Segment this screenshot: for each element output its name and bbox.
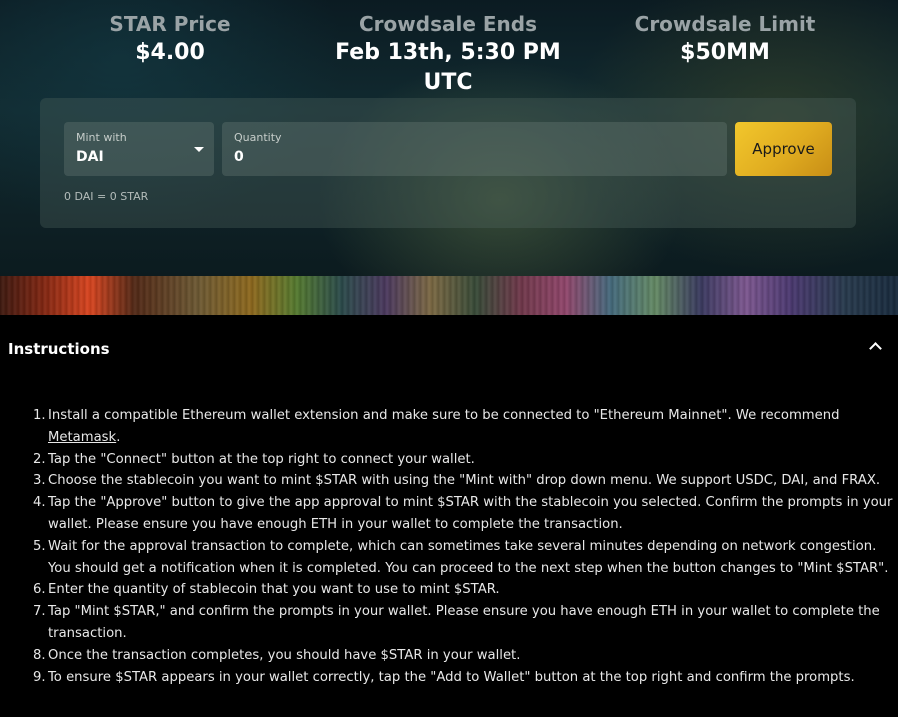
mint-with-label: Mint with	[76, 131, 127, 144]
instructions-title: Instructions	[8, 340, 110, 358]
star-price-stat: STAR Price $4.00	[40, 12, 300, 68]
crowdsale-limit-stat: Crowdsale Limit $50MM	[595, 12, 855, 68]
instruction-item: 9. To ensure $STAR appears in your walle…	[33, 669, 855, 685]
metamask-link[interactable]: Metamask	[48, 430, 116, 445]
instructions-list: 1. Install a compatible Ethereum wallet …	[33, 405, 895, 688]
instruction-item: 3. Choose the stablecoin you want to min…	[33, 473, 881, 489]
instruction-item: 8. Once the transaction completes, you s…	[33, 647, 521, 663]
instruction-item: 6. Enter the quantity of stablecoin that…	[33, 582, 500, 598]
mint-with-select[interactable]: Mint with DAI	[64, 122, 214, 176]
decorative-rainbow-band	[0, 276, 898, 315]
instruction-item: 1. Install a compatible Ethereum wallet …	[33, 408, 840, 445]
quantity-input[interactable]: Quantity 0	[222, 122, 727, 176]
instruction-item: 5. Wait for the approval transaction to …	[33, 538, 889, 576]
instructions-accordion-header[interactable]: Instructions	[0, 330, 898, 368]
instruction-item: 4. Tap the "Approve" button to give the …	[33, 495, 893, 532]
conversion-text: 0 DAI = 0 STAR	[64, 190, 149, 203]
quantity-value: 0	[234, 149, 244, 165]
caret-down-icon	[194, 147, 204, 152]
chevron-up-icon[interactable]	[869, 342, 882, 355]
quantity-label: Quantity	[234, 131, 282, 144]
crowdsale-limit-value: $50MM	[680, 40, 770, 65]
mint-with-value: DAI	[76, 149, 104, 165]
star-price-value: $4.00	[135, 40, 205, 65]
crowdsale-hero: STAR Price $4.00 Crowdsale Ends Feb 13th…	[0, 0, 898, 276]
star-price-label: STAR Price	[109, 12, 231, 36]
instruction-item: 7. Tap "Mint $STAR," and confirm the pro…	[33, 604, 880, 641]
mint-card: Mint with DAI Quantity 0 Approve 0 DAI =…	[40, 98, 856, 228]
crowdsale-ends-stat: Crowdsale Ends Feb 13th, 5:30 PM UTC	[318, 12, 578, 98]
crowdsale-ends-value: Feb 13th, 5:30 PM UTC	[335, 40, 561, 95]
instruction-item: 2. Tap the "Connect" button at the top r…	[33, 451, 475, 467]
crowdsale-limit-label: Crowdsale Limit	[634, 12, 816, 36]
crowdsale-ends-label: Crowdsale Ends	[359, 12, 537, 36]
approve-button[interactable]: Approve	[735, 122, 832, 176]
